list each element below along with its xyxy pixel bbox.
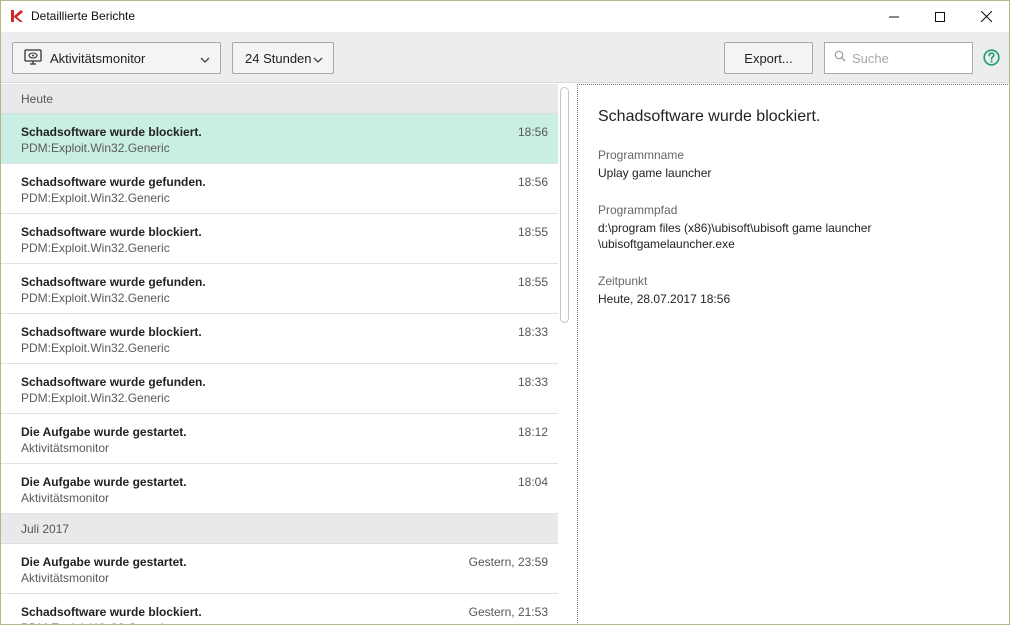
event-detail: PDM:Exploit.Win32.Generic [21,241,170,255]
search-input[interactable] [852,50,962,66]
event-row[interactable]: Schadsoftware wurde blockiert. PDM:Exploi… [1,114,558,164]
event-detail: Aktivitätsmonitor [21,491,110,505]
event-list: Heute Schadsoftware wurde blockiert. PDM:E… [1,84,558,624]
monitor-dropdown-label: Aktivitätsmonitor [50,50,146,66]
event-title: Schadsoftware wurde blockiert. [21,605,202,619]
program-name-label: Programmname [598,148,685,162]
maximize-button[interactable] [917,1,963,32]
event-detail: Aktivitätsmonitor [21,571,110,585]
search-box[interactable] [824,42,973,74]
event-time: 18:56 [517,175,548,189]
event-row[interactable]: Schadsoftware wurde blockiert. PDM:Exploi… [1,314,558,364]
event-title: Die Aufgabe wurde gestartet. [21,475,187,489]
program-path-value-line1: d:\program files (x86)\ubisoft\ubisoft g… [598,221,872,235]
detail-title: Schadsoftware wurde blockiert. [598,108,821,125]
group-header: Heute [1,84,558,114]
event-row[interactable]: Schadsoftware wurde gefunden. PDM:Exploit… [1,264,558,314]
event-time: 18:04 [517,475,548,489]
minimize-button[interactable] [871,1,917,32]
chevron-down-icon [200,53,210,68]
event-detail: PDM:Exploit.Win32.Generic [21,621,170,624]
event-row[interactable]: Die Aufgabe wurde gestartet. Aktivitätsmo… [1,544,558,594]
event-time: 18:55 [517,225,548,239]
window-title: Detaillierte Berichte [31,9,136,23]
program-path-value-line2: \ubisoftgamelauncher.exe [598,237,735,251]
period-dropdown[interactable]: 24 Stunden [232,42,334,74]
monitor-icon [24,48,42,68]
event-time: Gestern, 21:53 [468,605,548,619]
event-detail: PDM:Exploit.Win32.Generic [21,191,170,205]
event-row[interactable]: Schadsoftware wurde gefunden. PDM:Exploit… [1,164,558,214]
chevron-down-icon [313,53,323,68]
scrollbar-thumb[interactable] [560,87,569,323]
event-row[interactable]: Schadsoftware wurde blockiert. PDM:Exploi… [1,594,558,624]
export-button[interactable]: Export... [724,42,813,74]
titlebar: Detaillierte Berichte [1,1,1009,32]
search-icon [834,49,846,67]
event-title: Die Aufgabe wurde gestartet. [21,425,187,439]
event-title: Schadsoftware wurde gefunden. [21,175,206,189]
event-title: Schadsoftware wurde gefunden. [21,375,206,389]
event-detail: PDM:Exploit.Win32.Generic [21,341,170,355]
event-time: 18:12 [517,425,548,439]
scrollbar[interactable] [558,84,573,624]
event-detail: PDM:Exploit.Win32.Generic [21,141,170,155]
event-title: Die Aufgabe wurde gestartet. [21,555,187,569]
help-icon[interactable] [983,49,1000,66]
program-path-label: Programmpfad [598,203,678,217]
program-name-value: Uplay game launcher [598,166,712,180]
event-time: Gestern, 23:59 [468,555,548,569]
group-header: Juli 2017 [1,514,558,544]
event-detail: PDM:Exploit.Win32.Generic [21,391,170,405]
event-detail: Aktivitätsmonitor [21,441,110,455]
monitor-dropdown[interactable]: Aktivitätsmonitor [12,42,221,74]
event-title: Schadsoftware wurde gefunden. [21,275,206,289]
event-row[interactable]: Schadsoftware wurde gefunden. PDM:Exploit… [1,364,558,414]
event-time: 18:55 [517,275,548,289]
period-dropdown-label: 24 Stunden [245,50,312,66]
event-title: Schadsoftware wurde blockiert. [21,225,202,239]
window: Detaillierte Berichte Aktivitätsmonitor … [0,0,1010,625]
event-time: 18:33 [517,375,548,389]
event-time: 18:33 [517,325,548,339]
event-detail: PDM:Exploit.Win32.Generic [21,291,170,305]
event-row[interactable]: Die Aufgabe wurde gestartet. Aktivitätsmo… [1,464,558,514]
event-row[interactable]: Die Aufgabe wurde gestartet. Aktivitätsmo… [1,414,558,464]
time-label: Zeitpunkt [598,274,648,288]
time-value: Heute, 28.07.2017 18:56 [598,292,731,306]
toolbar: Aktivitätsmonitor 24 Stunden Export... [1,32,1009,83]
event-title: Schadsoftware wurde blockiert. [21,325,202,339]
close-button[interactable] [963,1,1009,32]
kaspersky-logo-icon [10,9,24,23]
event-row[interactable]: Schadsoftware wurde blockiert. PDM:Exploi… [1,214,558,264]
event-title: Schadsoftware wurde blockiert. [21,125,202,139]
event-time: 18:56 [517,125,548,139]
detail-pane: Schadsoftware wurde blockiert. Programmn… [577,84,1009,624]
